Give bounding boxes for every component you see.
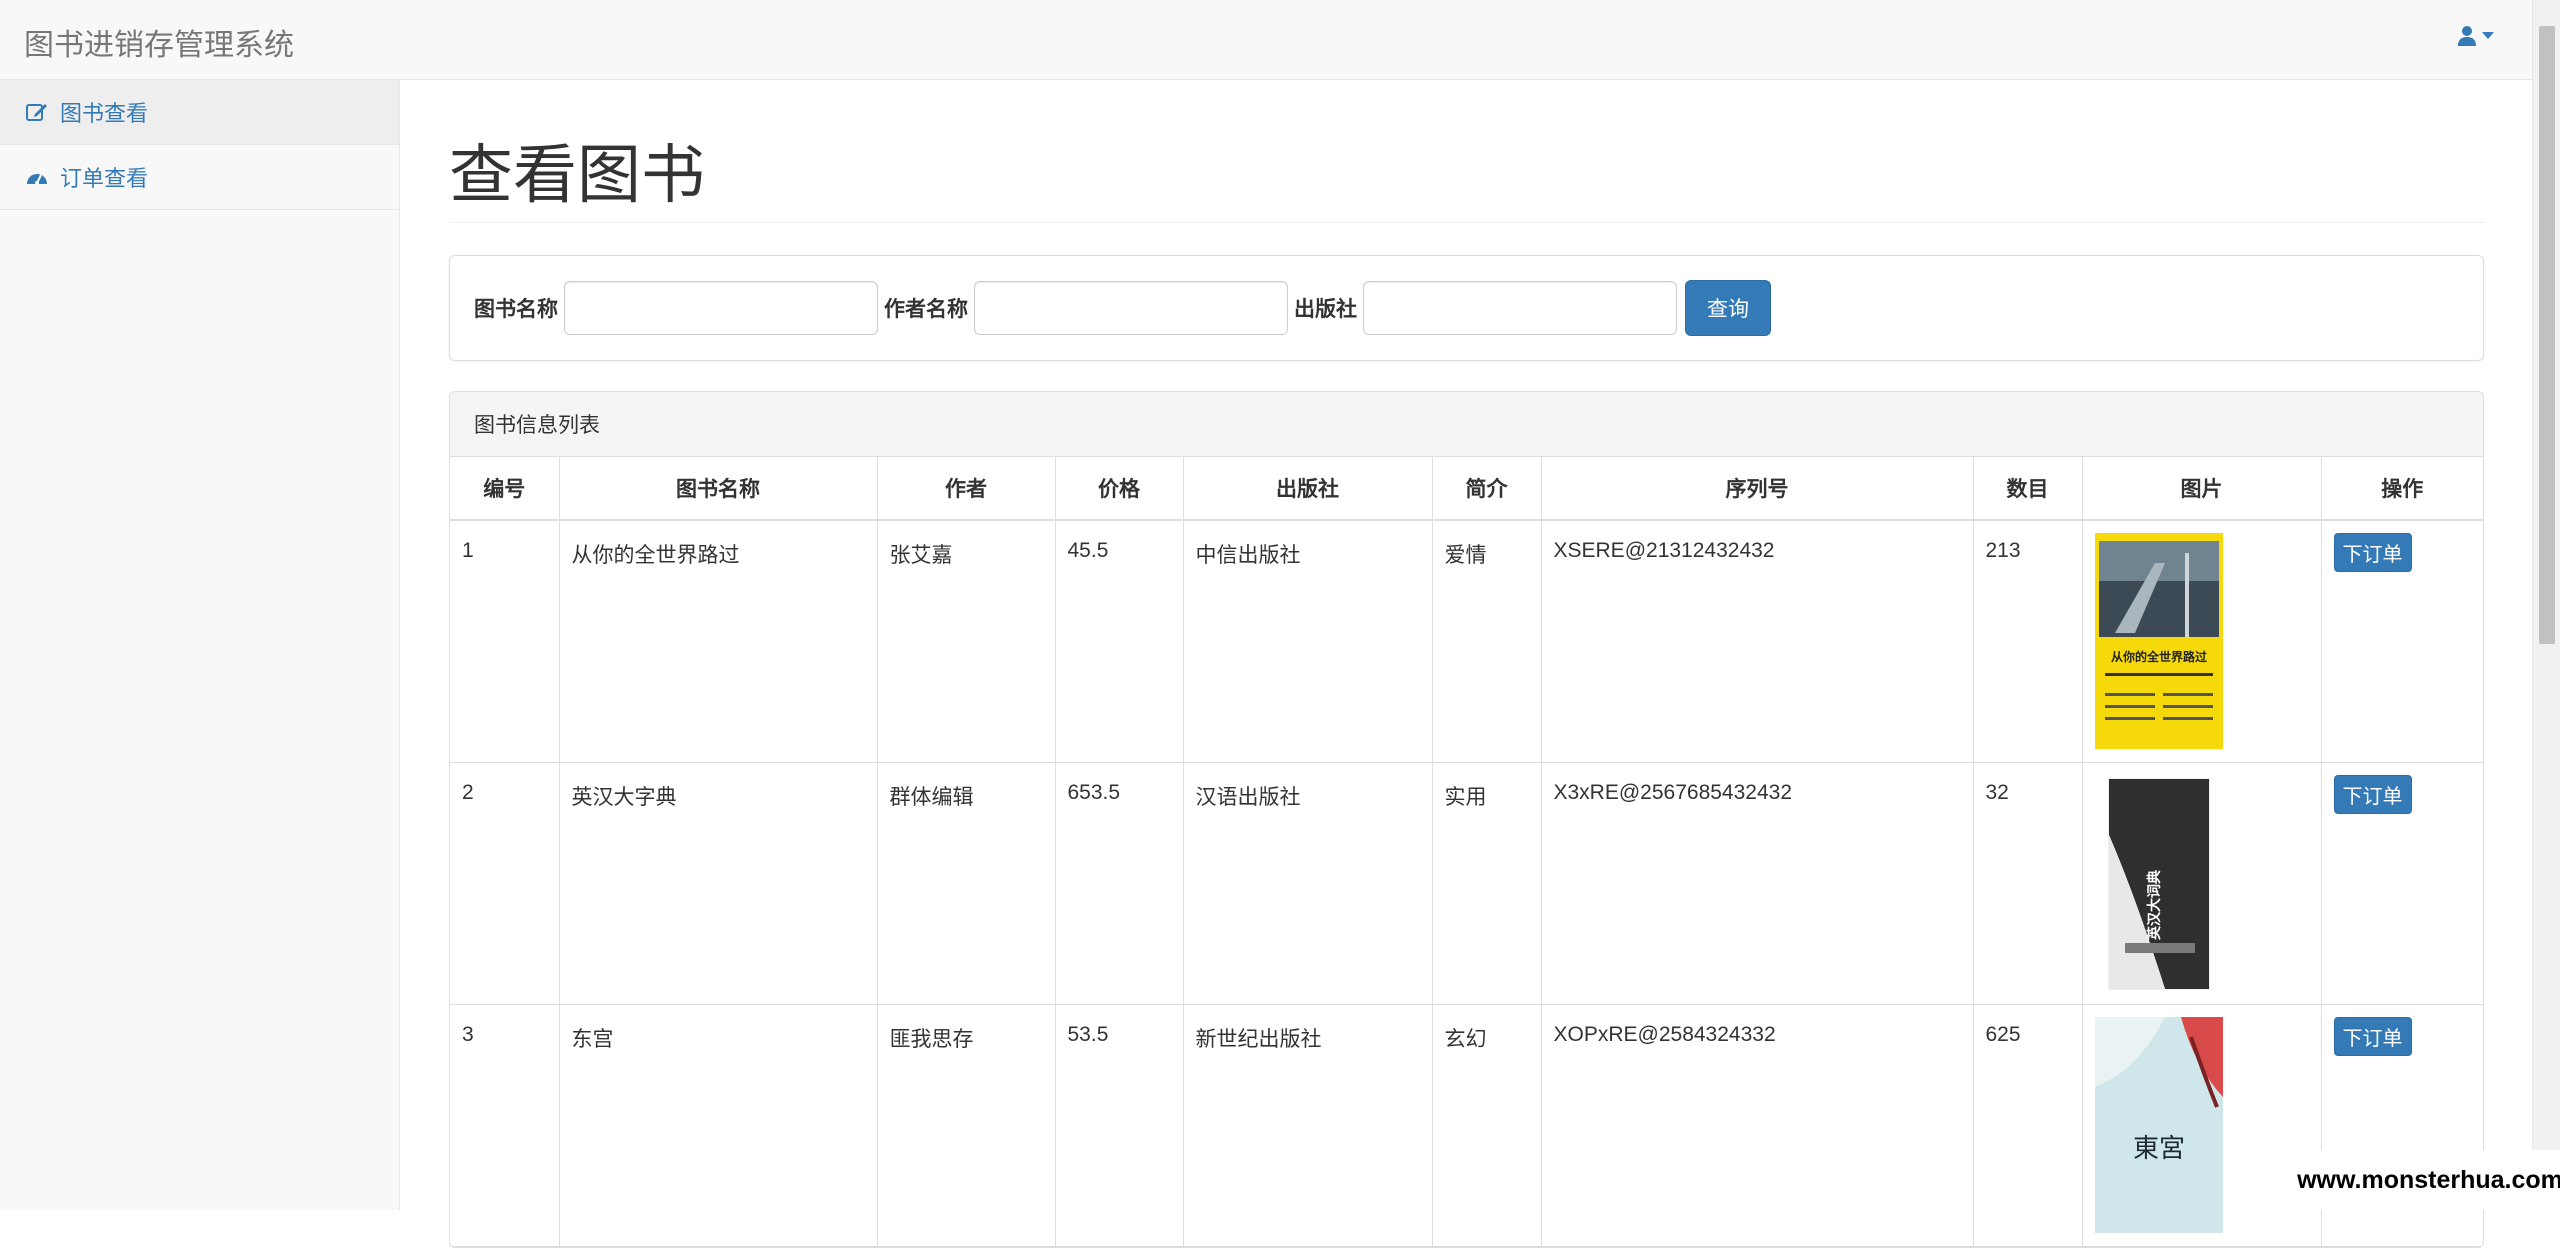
- app-title[interactable]: 图书进销存管理系统: [24, 20, 294, 64]
- scrollbar-thumb[interactable]: [2539, 26, 2555, 644]
- table-row: 3 东宫 匪我思存 53.5 新世纪出版社 玄幻 XOPxRE@25843243…: [450, 1004, 2483, 1247]
- cell-serial: X3xRE@2567685432432: [1541, 762, 1974, 1005]
- column-header-price: 价格: [1055, 457, 1184, 522]
- cell-publisher: 中信出版社: [1183, 520, 1433, 763]
- cell-serial: XSERE@21312432432: [1541, 520, 1974, 763]
- column-header-name: 图书名称: [559, 457, 878, 522]
- search-panel: 图书名称 作者名称 出版社 查询: [449, 255, 2484, 362]
- column-header-action: 操作: [2321, 457, 2483, 522]
- column-header-publisher: 出版社: [1183, 457, 1433, 522]
- cell-author: 张艾嘉: [877, 520, 1056, 763]
- cell-intro: 爱情: [1432, 520, 1542, 763]
- column-header-serial: 序列号: [1541, 457, 1974, 522]
- cell-image: 英汉大词典: [2082, 762, 2322, 1005]
- top-navbar: 图书进销存管理系统: [0, 0, 2532, 80]
- main-content: 查看图书 图书名称 作者名称 出版社 查询 图书信息列表 编号 图书名称 作者 …: [449, 80, 2484, 1248]
- cell-id: 2: [450, 762, 560, 1005]
- cell-name: 东宫: [559, 1004, 878, 1247]
- query-button[interactable]: 查询: [1685, 280, 1771, 337]
- cell-author: 匪我思存: [877, 1004, 1056, 1247]
- book-name-label: 图书名称: [474, 298, 558, 322]
- book-cover-image: 英汉大词典: [2108, 778, 2209, 990]
- column-header-intro: 简介: [1432, 457, 1542, 522]
- cell-intro: 玄幻: [1432, 1004, 1542, 1247]
- table-row: 1 从你的全世界路过 张艾嘉 45.5 中信出版社 爱情 XSERE@21312…: [450, 520, 2483, 763]
- cell-image: 从你的全世界路过: [2082, 520, 2322, 763]
- publisher-input[interactable]: [1363, 281, 1677, 336]
- book-list-title: 图书信息列表: [450, 392, 2483, 458]
- author-name-label: 作者名称: [884, 298, 968, 322]
- book-cover-image: 从你的全世界路过: [2094, 533, 2223, 750]
- book-name-input[interactable]: [564, 281, 878, 336]
- place-order-button[interactable]: 下订单: [2333, 533, 2412, 573]
- sidebar-item-book-view[interactable]: 图书查看: [0, 80, 399, 145]
- author-name-input[interactable]: [974, 281, 1288, 336]
- cell-price: 45.5: [1055, 520, 1184, 763]
- cell-action: 下订单: [2321, 1004, 2483, 1247]
- column-header-count: 数目: [1973, 457, 2083, 522]
- sidebar-item-order-view[interactable]: 订单查看: [0, 145, 399, 210]
- column-header-author: 作者: [877, 457, 1056, 522]
- cell-intro: 实用: [1432, 762, 1542, 1005]
- watermark-text: www.monsterhua.com: [2297, 1150, 2560, 1210]
- cover-title: 从你的全世界路过: [2110, 649, 2206, 664]
- cell-count: 213: [1973, 520, 2083, 763]
- cell-count: 625: [1973, 1004, 2083, 1247]
- cell-publisher: 新世纪出版社: [1183, 1004, 1433, 1247]
- table-row: 2 英汉大字典 群体编辑 653.5 汉语出版社 实用 X3xRE@256768…: [450, 762, 2483, 1005]
- book-cover-image: 東宮: [2094, 1016, 2223, 1233]
- book-list-panel: 图书信息列表 编号 图书名称 作者 价格 出版社 简介 序列号 数目 图片 操作…: [449, 391, 2484, 1248]
- cover-title: 東宮: [2132, 1134, 2184, 1164]
- vertical-scrollbar[interactable]: [2532, 0, 2560, 1210]
- caret-down-icon: [2482, 32, 2494, 39]
- cell-name: 从你的全世界路过: [559, 520, 878, 763]
- book-table: 编号 图书名称 作者 价格 出版社 简介 序列号 数目 图片 操作 1 从你的全…: [450, 457, 2483, 1247]
- place-order-button[interactable]: 下订单: [2333, 1016, 2412, 1056]
- column-header-id: 编号: [450, 457, 560, 522]
- cell-image: 東宮: [2082, 1004, 2322, 1247]
- dashboard-icon: [27, 174, 47, 185]
- cell-publisher: 汉语出版社: [1183, 762, 1433, 1005]
- sidebar-item-label: 图书查看: [60, 101, 149, 126]
- cell-price: 53.5: [1055, 1004, 1184, 1247]
- cover-title: 英汉大词典: [2146, 870, 2163, 941]
- table-header-row: 编号 图书名称 作者 价格 出版社 简介 序列号 数目 图片 操作: [450, 457, 2483, 522]
- cell-name: 英汉大字典: [559, 762, 878, 1005]
- cell-price: 653.5: [1055, 762, 1184, 1005]
- column-header-image: 图片: [2082, 457, 2322, 522]
- cell-count: 32: [1973, 762, 2083, 1005]
- user-icon: [2458, 26, 2476, 46]
- page-title: 查看图书: [449, 140, 2484, 224]
- cell-action: 下订单: [2321, 762, 2483, 1005]
- publisher-label: 出版社: [1294, 298, 1357, 322]
- cell-serial: XOPxRE@2584324332: [1541, 1004, 1974, 1247]
- edit-icon: [26, 104, 47, 121]
- cell-id: 1: [450, 520, 560, 763]
- user-menu-dropdown[interactable]: [2458, 26, 2494, 46]
- sidebar: 图书查看 订单查看: [0, 80, 400, 1210]
- cell-action: 下订单: [2321, 520, 2483, 763]
- sidebar-item-label: 订单查看: [60, 166, 149, 191]
- cell-id: 3: [450, 1004, 560, 1247]
- cell-author: 群体编辑: [877, 762, 1056, 1005]
- place-order-button[interactable]: 下订单: [2333, 774, 2412, 814]
